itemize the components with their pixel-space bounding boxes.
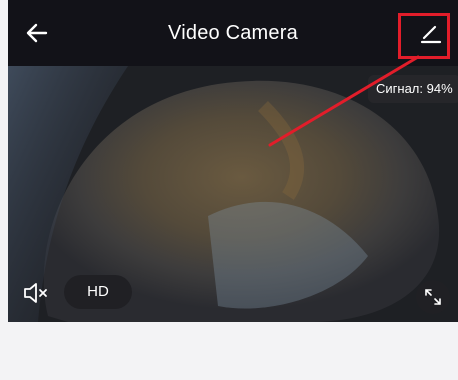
fullscreen-button[interactable] [416, 280, 450, 314]
pencil-icon [420, 25, 442, 44]
expand-icon [425, 289, 441, 305]
mute-button[interactable] [22, 280, 50, 306]
quality-button[interactable]: HD [64, 275, 132, 309]
camera-screen: Video Camera Сигнал: 94% HD [8, 0, 458, 380]
top-bar: Video Camera [8, 0, 458, 66]
speaker-muted-icon [24, 283, 47, 303]
page-title: Video Camera [168, 22, 298, 44]
edit-button[interactable] [419, 21, 443, 45]
signal-badge: Сигнал: 94% [368, 75, 458, 103]
